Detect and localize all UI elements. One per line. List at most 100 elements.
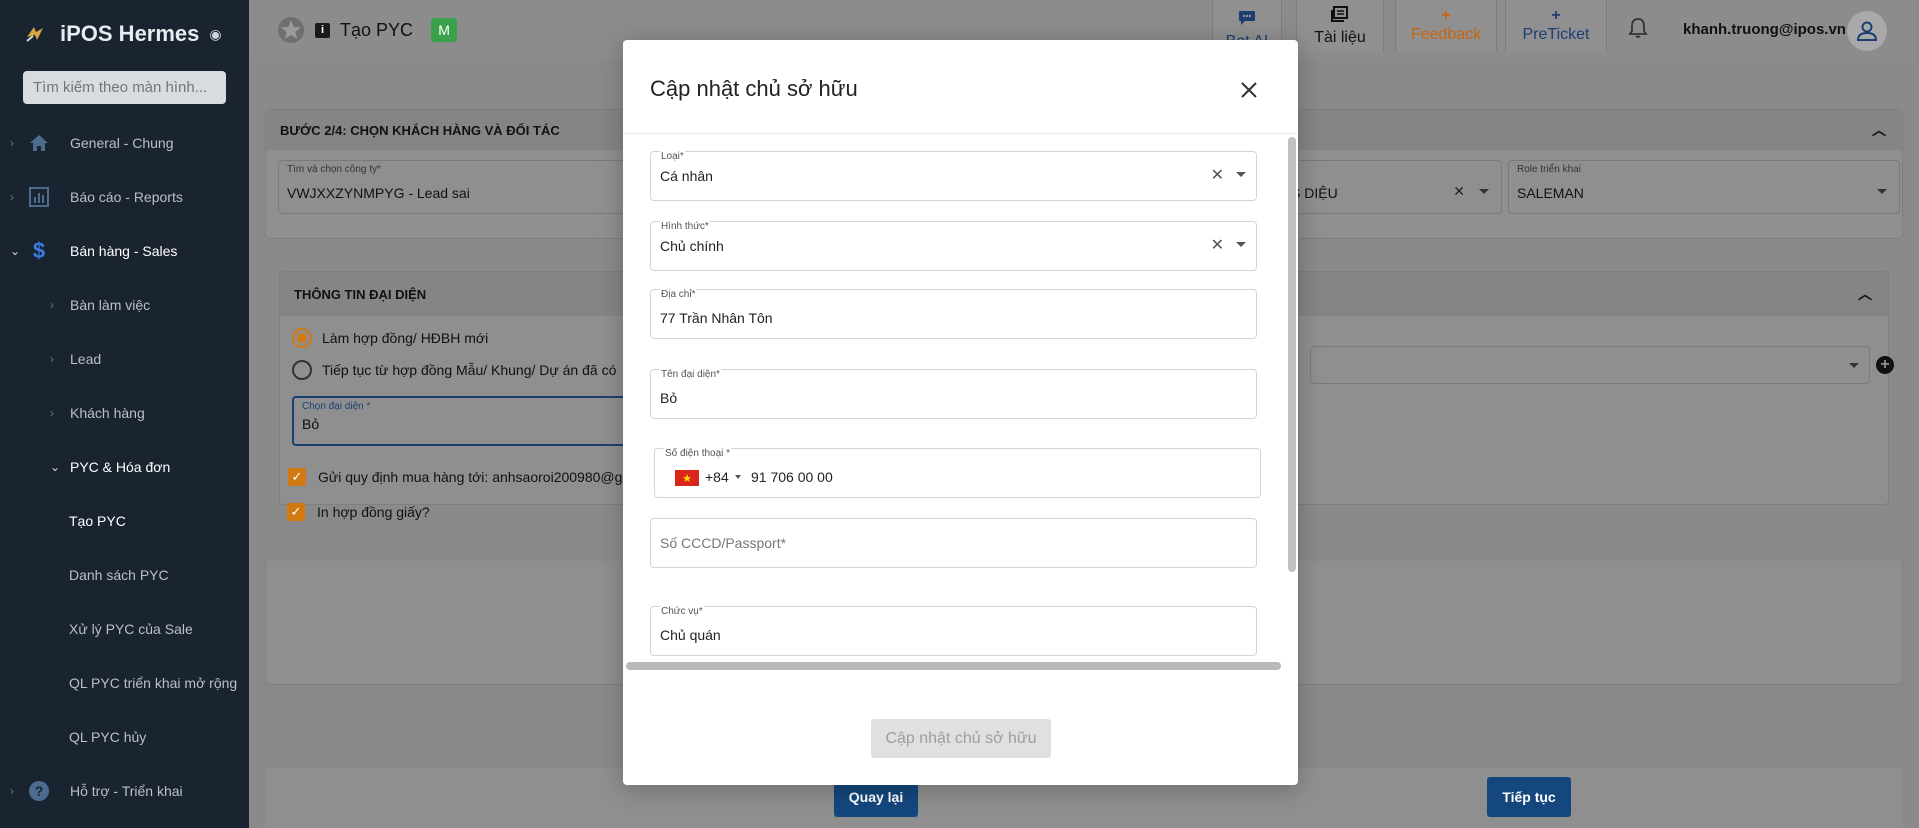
chevron-right-icon: › (50, 406, 54, 420)
sidebar-item-label: General - Chung (70, 135, 174, 151)
form-value: Chủ chính (660, 238, 724, 254)
check-icon[interactable]: ✓ (288, 468, 306, 486)
sidebar-item-label: PYC & Hóa đơn (70, 459, 171, 475)
add-circle-icon[interactable]: + (1876, 356, 1894, 374)
form-select[interactable]: Hình thức* Chủ chính ✕ (650, 221, 1257, 271)
info-icon[interactable]: i (315, 22, 330, 38)
representative-name-field[interactable]: Tên đại diện* Bỏ (650, 369, 1257, 419)
plus-icon: + (1441, 7, 1451, 24)
role-value: SALEMAN (1517, 185, 1584, 201)
bell-icon[interactable] (1626, 16, 1650, 40)
sidebar-item-create-pyc[interactable]: Tạo PYC (0, 506, 249, 536)
sidebar-item-lead[interactable]: › Lead (0, 344, 249, 374)
docs-label: Tài liệu (1314, 28, 1366, 46)
position-field[interactable]: Chức vụ* Chủ quán (650, 606, 1257, 656)
sidebar-item-label: QL PYC hủy (69, 729, 147, 745)
partner-select[interactable]: S DIỆU ✕ (1288, 160, 1502, 214)
radio-unchecked[interactable] (292, 360, 312, 380)
sidebar-item-label: Khách hàng (70, 405, 145, 421)
rep-select-value: Bỏ (302, 416, 320, 432)
sidebar-item-sales[interactable]: ⌄ $ Bán hàng - Sales (0, 236, 249, 266)
rep-name-label: Tên đại diện* (660, 369, 721, 380)
dollar-icon: $ (32, 238, 46, 263)
preticket-button[interactable]: + PreTicket (1505, 0, 1607, 52)
chat-icon (1238, 10, 1256, 31)
sidebar-item-pyc-invoices[interactable]: ⌄ PYC & Hóa đơn (0, 452, 249, 482)
right-select[interactable] (1310, 346, 1870, 384)
sidebar-item-pyc-expand[interactable]: QL PYC triển khai mở rộng (0, 668, 249, 698)
avatar[interactable] (1847, 11, 1887, 51)
target-icon[interactable]: ◉ (209, 26, 221, 43)
type-select[interactable]: Loại* Cá nhân ✕ (650, 151, 1257, 201)
sidebar-search-input[interactable] (23, 71, 226, 104)
sidebar-item-workspace[interactable]: › Bàn làm việc (0, 290, 249, 320)
company-label: Tìm và chọn công ty* (287, 164, 381, 175)
address-value: 77 Trần Nhân Tôn (660, 310, 773, 326)
clear-icon[interactable]: ✕ (1211, 235, 1224, 255)
next-button[interactable]: Tiếp tục (1487, 777, 1571, 817)
checkbox-print-contract[interactable]: ✓ In hợp đồng giấy? (287, 503, 430, 521)
sidebar-item-label: Bàn làm việc (70, 297, 151, 313)
phone-field[interactable]: Số điện thoại * ★ +84 91 706 00 00 (654, 448, 1261, 498)
sidebar-item-label: QL PYC triển khai mở rộng (69, 675, 238, 691)
radio-continue-contract[interactable]: Tiếp tục từ hợp đồng Mẫu/ Khung/ Dự án đ… (292, 360, 616, 380)
sidebar-item-reports[interactable]: › Báo cáo - Reports (0, 182, 249, 212)
radio-checked[interactable] (292, 328, 312, 348)
phone-code[interactable]: +84 (705, 469, 729, 485)
form-label: Hình thức* (660, 221, 710, 232)
clear-icon[interactable]: ✕ (1211, 165, 1224, 185)
sidebar-item-pyc-cancel[interactable]: QL PYC hủy (0, 722, 249, 752)
sidebar-item-label: Bán hàng - Sales (70, 243, 178, 259)
phone-value: 91 706 00 00 (751, 469, 833, 485)
sidebar-item-general[interactable]: › General - Chung (0, 128, 249, 158)
sidebar-item-label: Lead (70, 351, 102, 367)
id-placeholder: Số CCCD/Passport* (660, 535, 787, 551)
horizontal-scrollbar[interactable] (626, 662, 1281, 670)
vertical-scrollbar[interactable] (1288, 137, 1296, 572)
book-icon (1331, 5, 1349, 27)
user-email[interactable]: khanh.truong@ipos.vn (1683, 21, 1846, 38)
divider (623, 133, 1298, 134)
sidebar-item-customers[interactable]: › Khách hàng (0, 398, 249, 428)
dropdown-icon (1236, 242, 1246, 247)
sidebar-item-label: Xử lý PYC của Sale (69, 621, 193, 637)
chevron-right-icon: › (10, 136, 14, 150)
sidebar-item-pyc-list[interactable]: Danh sách PYC (0, 560, 249, 590)
sidebar-item-label: Báo cáo - Reports (70, 189, 183, 205)
checkbox-send-rules[interactable]: ✓ Gửi quy định mua hàng tới: anhsaoroi20… (288, 468, 642, 486)
sidebar-item-label: Tạo PYC (69, 513, 126, 529)
docs-button[interactable]: Tài liệu (1296, 0, 1384, 52)
radio-continue-label: Tiếp tục từ hợp đồng Mẫu/ Khung/ Dự án đ… (322, 362, 617, 378)
send-rules-label: Gửi quy định mua hàng tới: anhsaoroi2009… (318, 469, 642, 485)
chart-icon (28, 186, 50, 208)
sidebar-item-sale-pyc[interactable]: Xử lý PYC của Sale (0, 614, 249, 644)
chevron-right-icon: › (10, 190, 14, 204)
chevron-right-icon: › (50, 352, 54, 366)
chevron-right-icon: › (10, 784, 14, 798)
dropdown-icon (1849, 363, 1859, 368)
rep-header-text: THÔNG TIN ĐẠI DIỆN (294, 286, 427, 302)
feedback-button[interactable]: + Feedback (1395, 0, 1497, 52)
dialog-title: Cập nhật chủ sở hữu (650, 76, 858, 101)
update-owner-button[interactable]: Cập nhật chủ sở hữu (871, 719, 1051, 758)
home-icon (28, 132, 50, 154)
page-title-text: Tạo PYC (340, 19, 414, 40)
chevron-up-icon[interactable]: ︿ (1858, 284, 1872, 304)
sidebar-item-support[interactable]: › ? Hỗ trợ - Triển khai (0, 776, 249, 806)
m-badge[interactable]: M (431, 18, 458, 42)
brand[interactable]: iPOS Hermes ◉ (0, 0, 249, 68)
company-value: VWJXXZYNMPYG - Lead sai (287, 185, 470, 201)
vietnam-flag-icon[interactable]: ★ (675, 470, 699, 486)
role-select[interactable]: Role triển khai SALEMAN (1508, 160, 1900, 214)
address-field[interactable]: Địa chỉ* 77 Trần Nhân Tôn (650, 289, 1257, 339)
clear-icon[interactable]: ✕ (1453, 183, 1465, 200)
id-passport-field[interactable]: Số CCCD/Passport* (650, 518, 1257, 568)
radio-new-contract[interactable]: Làm hợp đồng/ HĐBH mới (292, 328, 488, 348)
chevron-up-icon[interactable]: ︿ (1872, 120, 1886, 140)
close-icon[interactable] (1237, 78, 1261, 102)
star-icon[interactable] (277, 16, 305, 44)
sidebar-item-label: Hỗ trợ - Triển khai (70, 783, 183, 799)
rep-select-label: Chọn đại diện * (302, 401, 371, 412)
dropdown-icon (1479, 189, 1489, 194)
check-icon[interactable]: ✓ (287, 503, 305, 521)
